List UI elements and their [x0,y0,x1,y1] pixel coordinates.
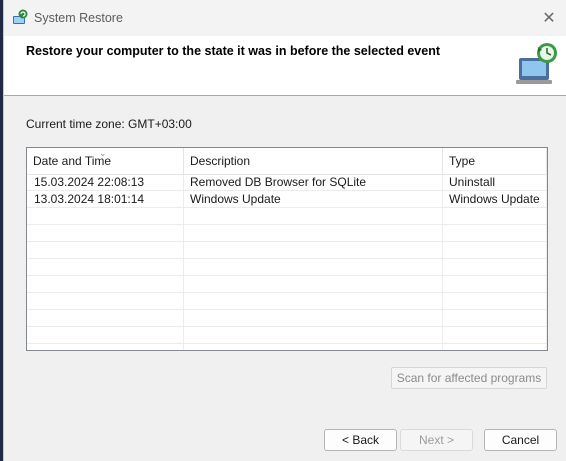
empty-row [27,259,547,276]
empty-row [27,276,547,293]
back-button[interactable]: < Back [324,429,397,451]
empty-row [27,293,547,310]
column-header-description[interactable]: Description [184,148,443,174]
restore-points-list[interactable]: Date and Time ⌄ Description Type 15.03.2… [26,147,548,351]
empty-row [27,327,547,344]
row-type: Uninstall [449,175,496,189]
empty-row [27,225,547,242]
column-header-description-label: Description [190,154,251,168]
next-button[interactable]: Next > [400,429,473,451]
system-restore-window: System Restore ✕ Restore your computer t… [3,0,566,461]
window-title: System Restore [34,11,123,25]
system-restore-icon [13,9,28,24]
close-icon: ✕ [542,10,556,27]
column-header-type[interactable]: Type [443,148,547,174]
table-row[interactable]: 13.03.2024 18:01:14 Windows Update Windo… [27,191,547,208]
row-description: Removed DB Browser for SQLite [190,175,367,189]
system-restore-computer-icon [516,43,557,84]
cancel-button[interactable]: Cancel [484,429,557,451]
close-button[interactable]: ✕ [532,0,566,36]
column-header-date[interactable]: Date and Time ⌄ [27,148,184,174]
table-row[interactable]: 15.03.2024 22:08:13 Removed DB Browser f… [27,174,547,191]
empty-row [27,242,547,259]
wizard-header: Restore your computer to the state it wa… [4,36,566,96]
row-date: 13.03.2024 18:01:14 [34,192,145,206]
row-date: 15.03.2024 22:08:13 [34,175,145,189]
scan-affected-programs-button[interactable]: Scan for affected programs [391,367,547,389]
list-header: Date and Time ⌄ Description Type [27,148,547,175]
sort-indicator-icon: ⌄ [99,148,107,158]
header-title: Restore your computer to the state it wa… [26,44,440,58]
row-type: Windows Update [449,192,540,206]
title-bar: System Restore ✕ [4,0,566,36]
empty-row [27,310,547,327]
current-time-zone: Current time zone: GMT+03:00 [26,117,192,131]
empty-row [27,208,547,225]
row-description: Windows Update [190,192,281,206]
column-header-type-label: Type [449,154,476,168]
